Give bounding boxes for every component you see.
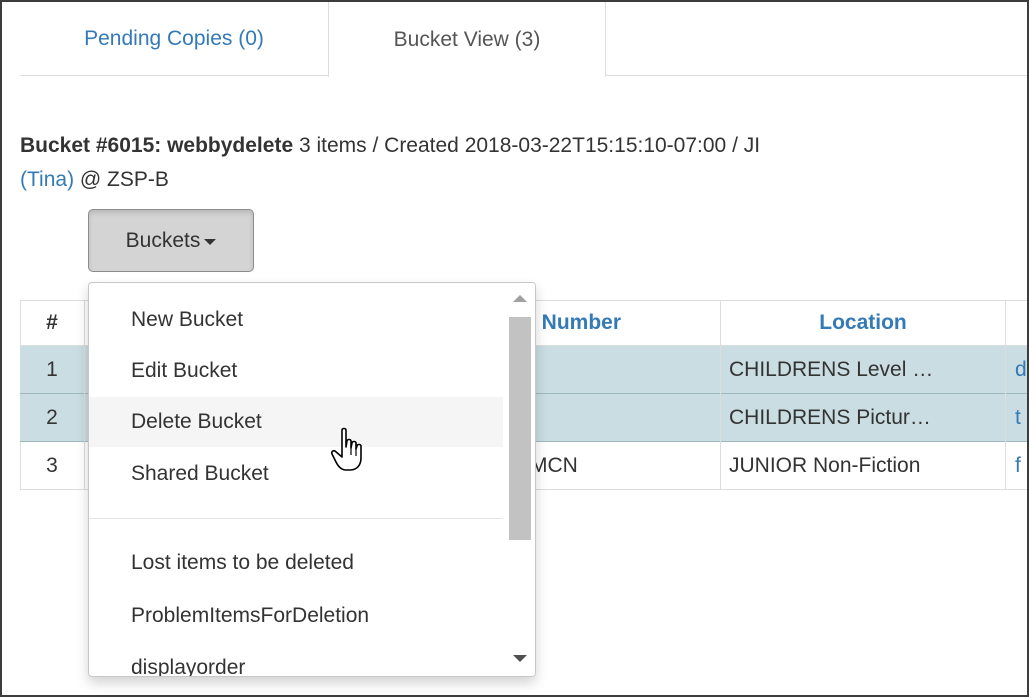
row-location: CHILDRENS Pictur… — [729, 406, 931, 429]
column-divider — [1005, 300, 1006, 490]
bucket-title: Bucket #6015: webbydelete — [20, 134, 294, 157]
tab-bucket-view[interactable]: Bucket View (3) — [328, 2, 606, 77]
hand-pointer-cursor-icon — [330, 427, 362, 471]
menu-item-delete-bucket[interactable]: Delete Bucket — [89, 397, 503, 447]
menu-divider — [89, 518, 503, 519]
row-call-number: MCN — [530, 454, 578, 477]
row-number: 3 — [46, 454, 58, 477]
menu-item-saved-bucket[interactable]: ProblemItemsForDeletion — [89, 591, 503, 641]
app-frame: Pending Copies (0) Bucket View (3) Bucke… — [0, 0, 1029, 697]
caret-down-icon — [204, 238, 217, 245]
row-call-number — [530, 346, 710, 394]
tab-pending-copies[interactable]: Pending Copies (0) — [20, 2, 328, 75]
bucket-location: @ ZSP-B — [74, 168, 169, 191]
scroll-up-arrow-icon[interactable] — [513, 295, 527, 302]
menu-item-saved-bucket[interactable]: displayorder — [89, 643, 503, 676]
bucket-owner-link[interactable]: (Tina) — [20, 168, 74, 191]
column-divider — [84, 300, 85, 490]
menu-item-saved-bucket[interactable]: Lost items to be deleted — [89, 538, 503, 588]
bucket-summary: Bucket #6015: webbydelete 3 items / Crea… — [20, 129, 1020, 197]
buckets-dropdown-menu: New Bucket Edit Bucket Delete Bucket Sha… — [88, 282, 536, 677]
menu-scrollbar[interactable] — [505, 283, 535, 676]
menu-item-shared-bucket[interactable]: Shared Bucket — [89, 449, 503, 499]
header-location[interactable]: Location — [720, 301, 1006, 345]
buckets-button-label: Buckets — [125, 228, 201, 252]
menu-item-edit-bucket[interactable]: Edit Bucket — [89, 346, 503, 396]
row-location: CHILDRENS Level … — [729, 358, 934, 381]
tab-bar: Pending Copies (0) Bucket View (3) — [20, 2, 1027, 77]
scroll-down-arrow-icon[interactable] — [513, 655, 527, 662]
header-number: # — [46, 311, 58, 334]
menu-item-new-bucket[interactable]: New Bucket — [89, 295, 503, 345]
bucket-meta: 3 items / Created 2018-03-22T15:15:10-07… — [293, 134, 761, 157]
column-divider — [720, 300, 721, 490]
header-call-number[interactable]: l Number — [530, 301, 621, 345]
buckets-dropdown-button[interactable]: Buckets — [88, 209, 254, 272]
row-call-number — [530, 394, 710, 442]
row-extra-link[interactable]: d — [1015, 346, 1027, 394]
row-extra-link[interactable]: t — [1015, 394, 1027, 442]
scroll-thumb[interactable] — [509, 317, 531, 540]
row-location: JUNIOR Non-Fiction — [729, 454, 921, 477]
row-number: 2 — [46, 406, 58, 429]
row-extra-link[interactable]: f — [1015, 442, 1027, 490]
row-number: 1 — [46, 358, 58, 381]
